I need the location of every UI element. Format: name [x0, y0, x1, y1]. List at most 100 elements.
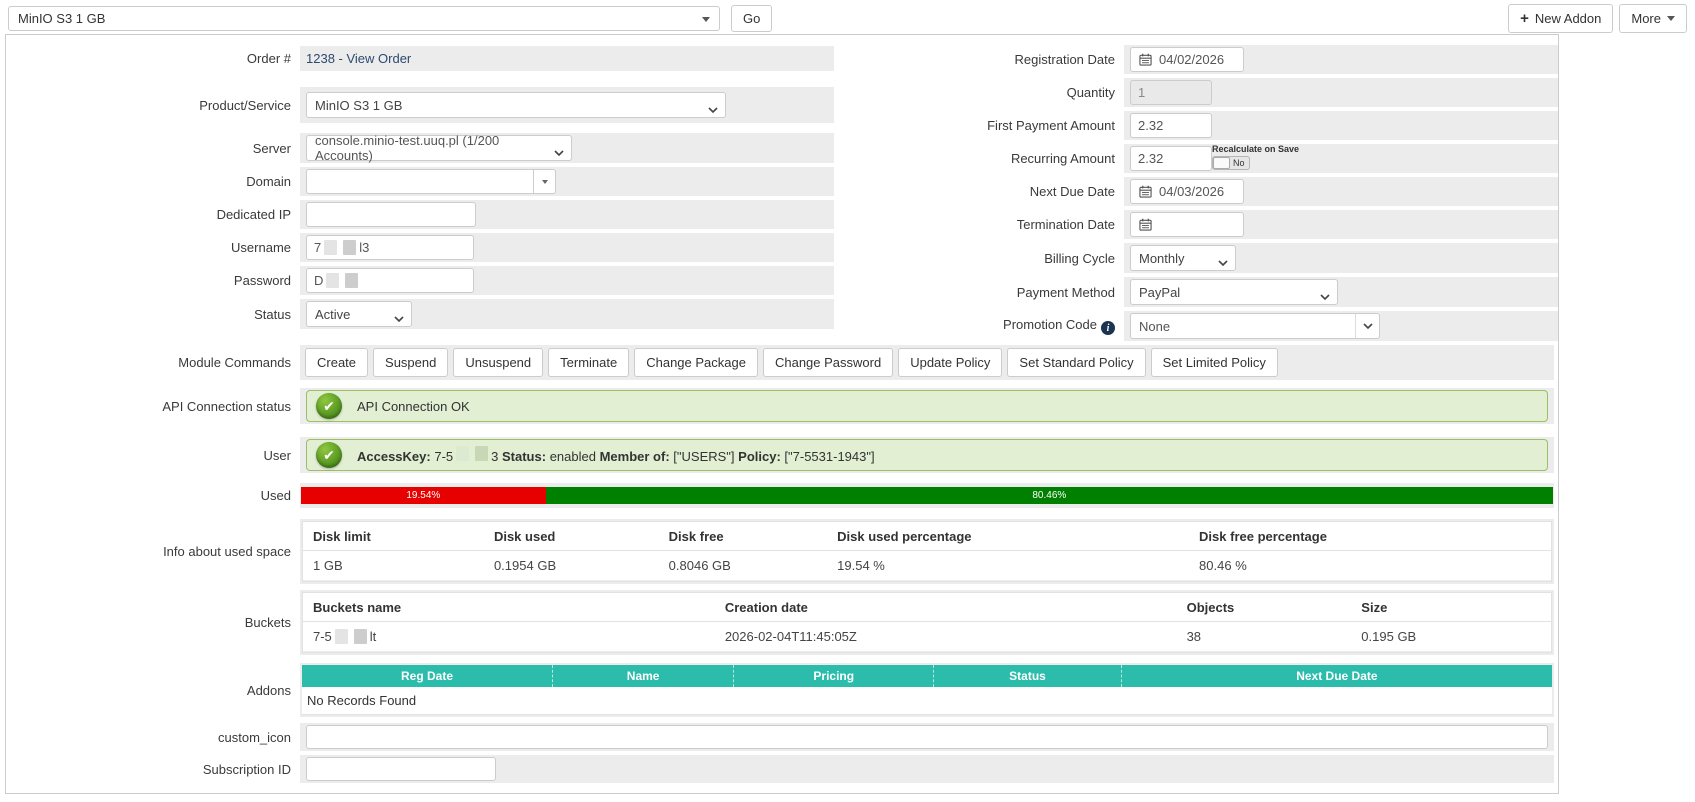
promotion-code-value: None [1139, 319, 1170, 334]
check-icon: ✔ [316, 393, 342, 419]
domain-dropdown-button[interactable] [534, 169, 556, 194]
username-value-suffix: l3 [359, 240, 369, 255]
new-addon-button[interactable]: + New Addon [1508, 4, 1613, 33]
column-header: Status [933, 665, 1121, 687]
chevron-down-icon [1355, 314, 1379, 338]
user-status-row: User ✔ AccessKey: 7-53 Status: enabled M… [6, 437, 1558, 473]
subscription-id-input[interactable] [306, 757, 496, 781]
column-header: Pricing [733, 665, 933, 687]
disk-info-table: Disk limit Disk used Disk free Disk used… [302, 521, 1552, 582]
create-button[interactable]: Create [305, 348, 368, 377]
status-row: Status Active [6, 299, 834, 329]
recurring-amount-input[interactable] [1130, 146, 1212, 171]
billing-cycle-label: Billing Cycle [834, 251, 1124, 266]
user-label: User [6, 448, 300, 463]
redaction-box [354, 629, 367, 644]
info-used-space-label: Info about used space [6, 544, 300, 559]
toolbar-actions: + New Addon More [1508, 4, 1687, 33]
more-label: More [1631, 11, 1661, 26]
password-row: Password D [6, 266, 834, 295]
change-password-button[interactable]: Change Password [763, 348, 893, 377]
payment-method-select[interactable]: PayPal [1130, 279, 1338, 305]
username-input[interactable]: 7 l3 [306, 235, 474, 260]
disk-usage-progress-bar: 19.54% 80.46% [301, 487, 1553, 504]
calendar-icon [1139, 185, 1152, 198]
module-commands-label: Module Commands [6, 355, 300, 370]
update-policy-button[interactable]: Update Policy [898, 348, 1002, 377]
payment-method-label: Payment Method [834, 285, 1124, 300]
order-link[interactable]: 1238 - View Order [306, 51, 411, 66]
used-segment: 19.54% [301, 487, 546, 504]
api-connection-status-row: API Connection status ✔ API Connection O… [6, 388, 1558, 424]
chevron-down-icon [554, 145, 564, 160]
calendar-icon [1139, 218, 1152, 231]
server-select[interactable]: console.minio-test.uuq.pl (1/200 Account… [306, 135, 572, 161]
recalculate-toggle[interactable]: No [1212, 156, 1250, 170]
accesskey-prefix: 7-5 [434, 449, 453, 464]
custom-icon-input[interactable] [306, 725, 1548, 749]
set-limited-policy-button[interactable]: Set Limited Policy [1151, 348, 1278, 377]
user-status-alert: ✔ AccessKey: 7-53 Status: enabled Member… [306, 439, 1548, 471]
column-header: Disk used percentage [827, 522, 1189, 551]
suspend-button[interactable]: Suspend [373, 348, 448, 377]
column-header: Reg Date [302, 665, 552, 687]
change-package-button[interactable]: Change Package [634, 348, 758, 377]
custom-icon-label: custom_icon [6, 730, 300, 745]
go-button[interactable]: Go [731, 5, 772, 32]
first-payment-amount-label: First Payment Amount [834, 118, 1124, 133]
redaction-box [324, 240, 337, 255]
used-row: Used 19.54% 80.46% [6, 482, 1558, 509]
registration-date-row: Registration Date 04/02/2026 [834, 45, 1558, 74]
order-label: Order # [6, 51, 300, 66]
user-status-field-label: Status: [502, 449, 546, 464]
table-row: 7-5 lt 2026-02-04T11:45:05Z 38 0.195 GB [303, 622, 1551, 652]
toolbar: MinIO S3 1 GB Go + New Addon More [0, 0, 1695, 34]
table-header-row: Buckets name Creation date Objects Size [303, 593, 1551, 622]
service-selector-dropdown[interactable]: MinIO S3 1 GB [8, 6, 720, 31]
redaction-box [343, 240, 356, 255]
set-standard-policy-button[interactable]: Set Standard Policy [1007, 348, 1145, 377]
termination-date-row: Termination Date [834, 210, 1558, 239]
first-payment-amount-input[interactable] [1130, 113, 1212, 138]
column-header: Disk used [484, 522, 659, 551]
policy-label: Policy: [738, 449, 781, 464]
recalculate-on-save: Recalculate on Save No [1212, 145, 1302, 170]
password-input[interactable]: D [306, 268, 474, 293]
quantity-label: Quantity [834, 85, 1124, 100]
dedicated-ip-label: Dedicated IP [6, 207, 300, 222]
dedicated-ip-input[interactable] [306, 202, 476, 227]
next-due-date-input[interactable]: 04/03/2026 [1130, 179, 1244, 204]
module-commands-row: Module Commands Create Suspend Unsuspend… [6, 345, 1558, 380]
payment-method-value: PayPal [1139, 285, 1180, 300]
column-header: Creation date [715, 593, 1177, 622]
termination-date-input[interactable] [1130, 212, 1244, 237]
domain-input[interactable] [306, 169, 534, 194]
buckets-table: Buckets name Creation date Objects Size … [302, 592, 1552, 653]
subscription-id-label: Subscription ID [6, 762, 300, 777]
caret-down-icon [1667, 16, 1675, 21]
registration-date-input[interactable]: 04/02/2026 [1130, 47, 1244, 72]
empty-state-message: No Records Found [302, 687, 1552, 715]
promotion-code-select[interactable]: None [1130, 313, 1380, 339]
recurring-amount-row: Recurring Amount Recalculate on Save No [834, 144, 1558, 173]
redaction-box [345, 273, 358, 288]
redaction-box [326, 273, 339, 288]
column-header: Name [552, 665, 733, 687]
domain-row: Domain [6, 167, 834, 196]
bucket-creation-date: 2026-02-04T11:45:05Z [715, 622, 1177, 652]
disk-free-percent-value: 80.46 % [1189, 551, 1551, 581]
column-header: Disk limit [303, 522, 484, 551]
api-connection-status-label: API Connection status [6, 399, 300, 414]
chevron-down-icon [1218, 255, 1228, 270]
member-of-value: ["USERS"] [673, 449, 734, 464]
terminate-button[interactable]: Terminate [548, 348, 629, 377]
more-button[interactable]: More [1619, 4, 1687, 33]
info-icon[interactable]: i [1101, 321, 1115, 335]
status-select[interactable]: Active [306, 301, 412, 327]
billing-cycle-select[interactable]: Monthly [1130, 245, 1236, 271]
username-value-prefix: 7 [314, 240, 321, 255]
product-service-select[interactable]: MinIO S3 1 GB [306, 92, 726, 118]
unsuspend-button[interactable]: Unsuspend [453, 348, 543, 377]
column-header: Disk free [659, 522, 827, 551]
chevron-down-icon [394, 311, 404, 326]
